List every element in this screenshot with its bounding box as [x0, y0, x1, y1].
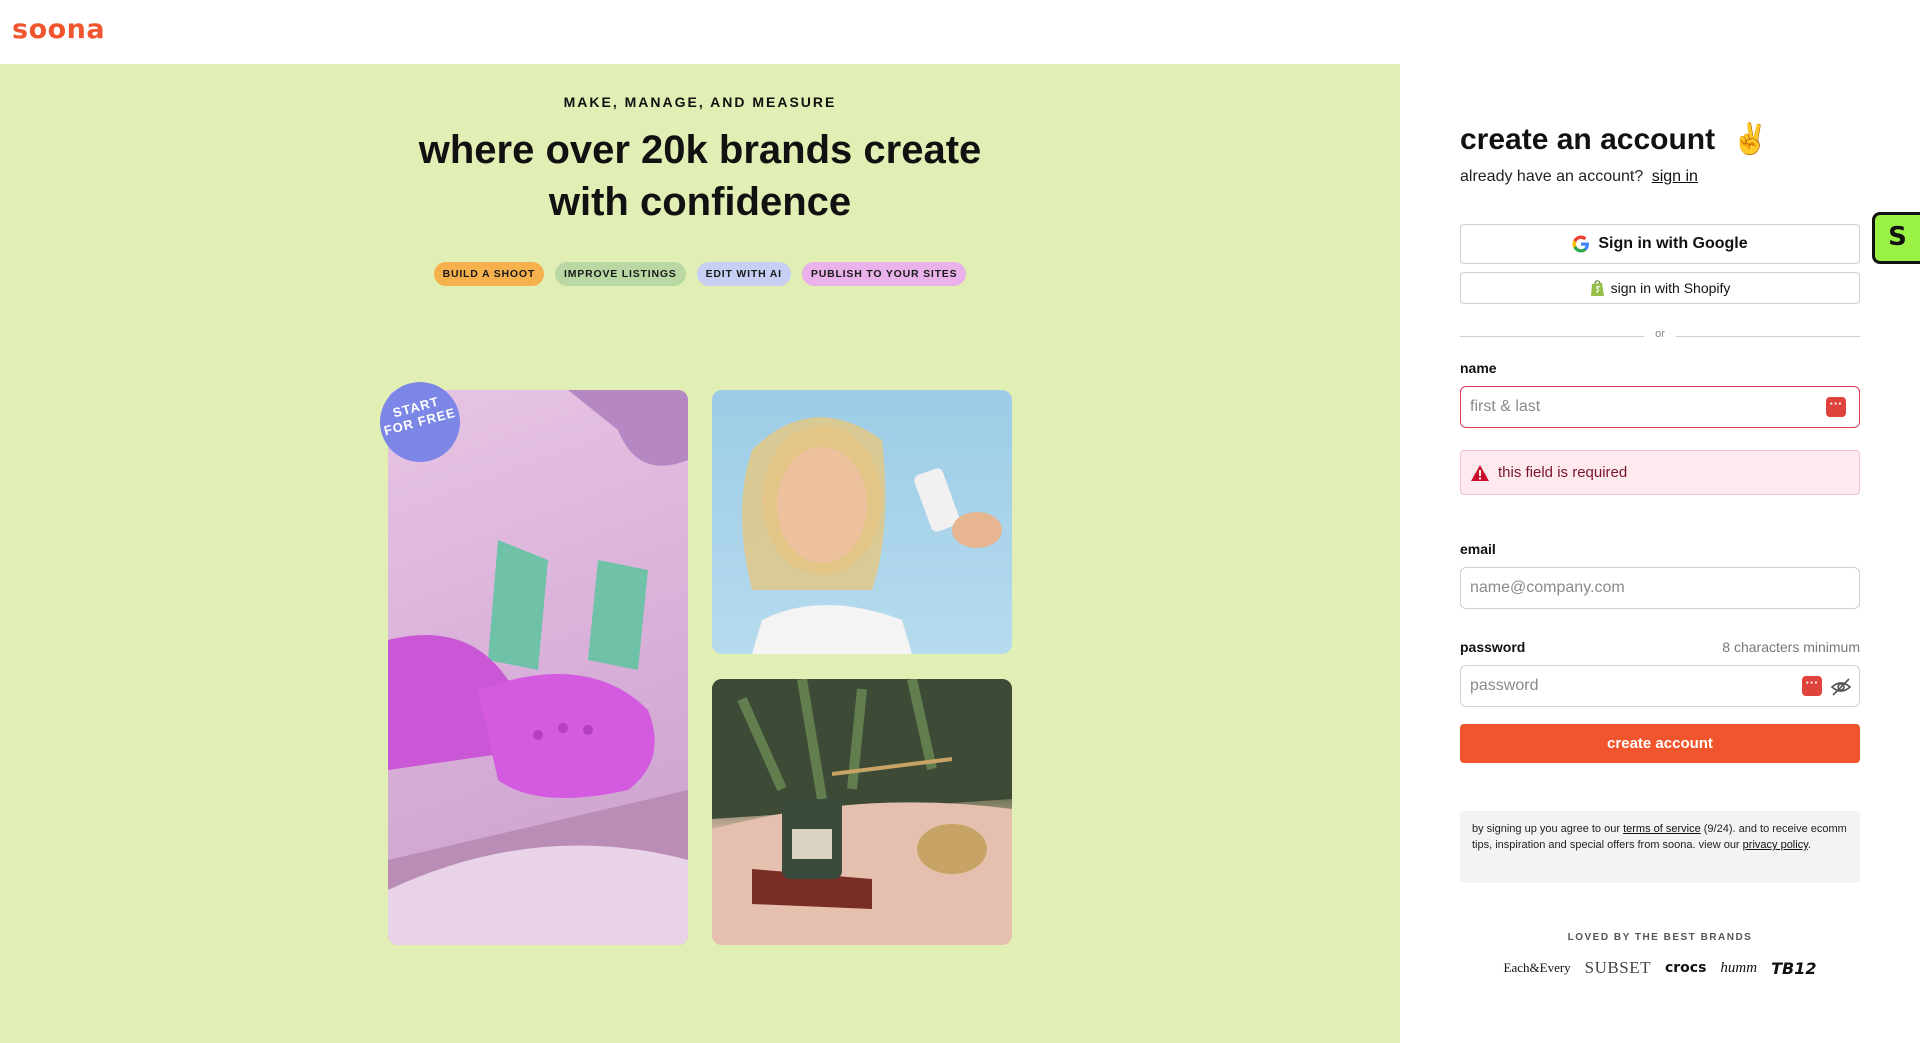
pill-edit-with-ai: EDIT WITH AI — [696, 262, 791, 286]
photo-woman-face-mist — [712, 390, 1012, 654]
brand-logo-each-every: Each&Every — [1503, 960, 1571, 975]
terms-prefix: by signing up you agree to our — [1472, 823, 1620, 835]
password-input[interactable] — [1460, 665, 1860, 707]
terms-of-service-link[interactable]: terms of service — [1623, 823, 1701, 835]
form-title: create an account ✌ — [1460, 122, 1769, 157]
shopify-sign-in-button[interactable]: sign in with Shopify — [1460, 272, 1860, 304]
pill-publish-to-sites: PUBLISH TO YOUR SITES — [801, 262, 967, 286]
shopify-button-label: sign in with Shopify — [1610, 280, 1731, 296]
already-have-account: already have an account? sign in — [1460, 168, 1698, 186]
google-icon — [1572, 235, 1590, 253]
feature-pills: BUILD A SHOOT IMPROVE LISTINGS EDIT WITH… — [0, 262, 1400, 286]
peace-hand-icon: ✌ — [1731, 123, 1769, 156]
photo-pink-clogs — [388, 390, 688, 945]
already-text: already have an account? — [1460, 168, 1644, 185]
brand-logo-humm: humm — [1720, 959, 1758, 976]
brand-logo-tb12: TB12 — [1771, 958, 1817, 978]
name-error-message: this field is required — [1460, 450, 1860, 495]
password-manager-icon[interactable]: ··· — [1802, 676, 1822, 696]
email-input[interactable] — [1460, 567, 1860, 609]
pill-improve-listings: IMPROVE LISTINGS — [555, 262, 686, 286]
terms-notice: by signing up you agree to our terms of … — [1460, 811, 1860, 883]
side-widget-tab[interactable]: S — [1872, 212, 1920, 264]
hero-eyebrow: MAKE, MANAGE, AND MEASURE — [563, 94, 837, 110]
warning-icon — [1471, 464, 1489, 481]
hero-headline: where over 20k brands create with confid… — [418, 128, 982, 224]
name-error-text: this field is required — [1498, 464, 1628, 481]
divider-line-right — [1676, 336, 1860, 337]
privacy-policy-link[interactable]: privacy policy — [1743, 839, 1808, 851]
top-bar: soona — [0, 0, 1920, 64]
password-label: password — [1460, 639, 1526, 655]
password-hint: 8 characters minimum — [1722, 639, 1860, 655]
brand-logos: Each&Every SUBSET crocs humm TB12 — [1460, 958, 1860, 978]
loved-by-heading: LOVED BY THE BEST BRANDS — [1567, 932, 1753, 943]
form-title-text: create an account — [1460, 123, 1716, 156]
photo-candle-plant — [712, 679, 1012, 945]
divider-or-text: or — [1655, 328, 1665, 340]
terms-suffix: . — [1807, 839, 1811, 851]
or-divider: or — [1460, 328, 1860, 344]
google-button-label: Sign in with Google — [1598, 235, 1748, 252]
hide-password-icon[interactable] — [1830, 676, 1852, 698]
password-manager-icon[interactable]: ··· — [1826, 397, 1846, 417]
email-label: email — [1460, 541, 1496, 557]
name-label: name — [1460, 360, 1497, 376]
google-sign-in-button[interactable]: Sign in with Google — [1460, 224, 1860, 264]
shopify-icon — [1590, 279, 1604, 296]
sign-in-link[interactable]: sign in — [1652, 168, 1698, 185]
name-input[interactable] — [1460, 386, 1860, 428]
create-account-button[interactable]: create account — [1460, 724, 1860, 763]
brand-logo-crocs: crocs — [1664, 960, 1707, 976]
brand-logo-subset: SUBSET — [1584, 958, 1651, 977]
pill-build-a-shoot: BUILD A SHOOT — [433, 262, 545, 286]
soona-logo[interactable]: soona — [12, 14, 105, 45]
